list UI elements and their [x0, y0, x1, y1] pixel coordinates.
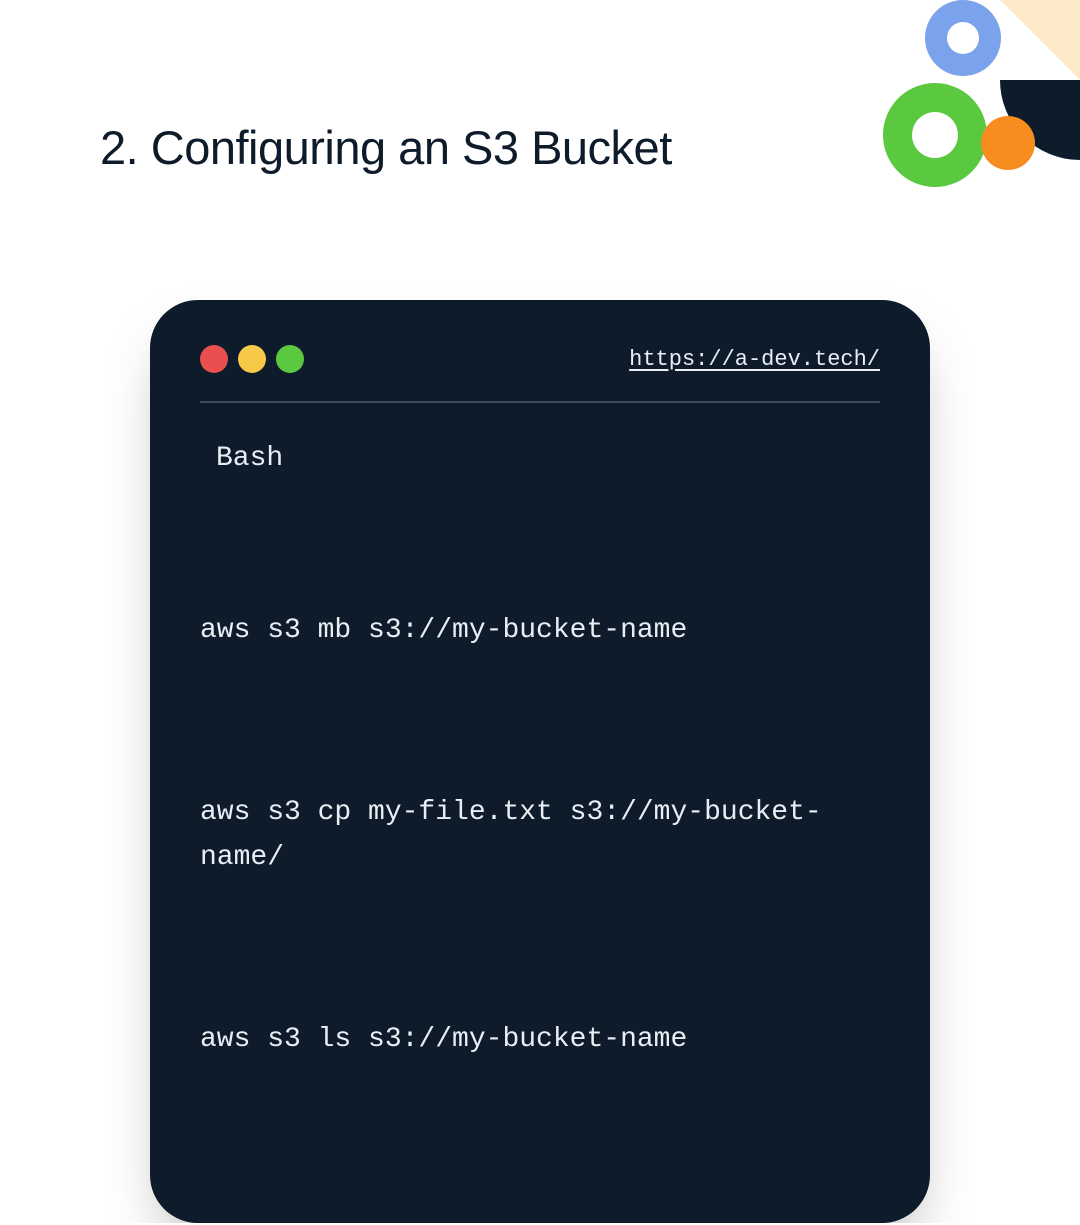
terminal-window: https://a-dev.tech/ Bash aws s3 mb s3://…	[150, 300, 930, 1223]
minimize-icon[interactable]	[238, 345, 266, 373]
divider	[200, 401, 880, 403]
terminal-topbar: https://a-dev.tech/	[200, 345, 880, 373]
code-line: aws s3 mb s3://my-bucket-name	[200, 609, 880, 654]
close-icon[interactable]	[200, 345, 228, 373]
code-line: aws s3 cp my-file.txt s3://my-bucket-nam…	[200, 791, 880, 881]
decorative-shapes	[880, 0, 1080, 200]
maximize-icon[interactable]	[276, 345, 304, 373]
language-label: Bash	[216, 443, 880, 474]
code-line: aws s3 ls s3://my-bucket-name	[200, 1018, 880, 1063]
window-controls	[200, 345, 304, 373]
terminal-url-link[interactable]: https://a-dev.tech/	[629, 347, 880, 372]
code-content: aws s3 mb s3://my-bucket-name aws s3 cp …	[200, 519, 880, 1153]
page-title: 2. Configuring an S3 Bucket	[100, 120, 672, 175]
